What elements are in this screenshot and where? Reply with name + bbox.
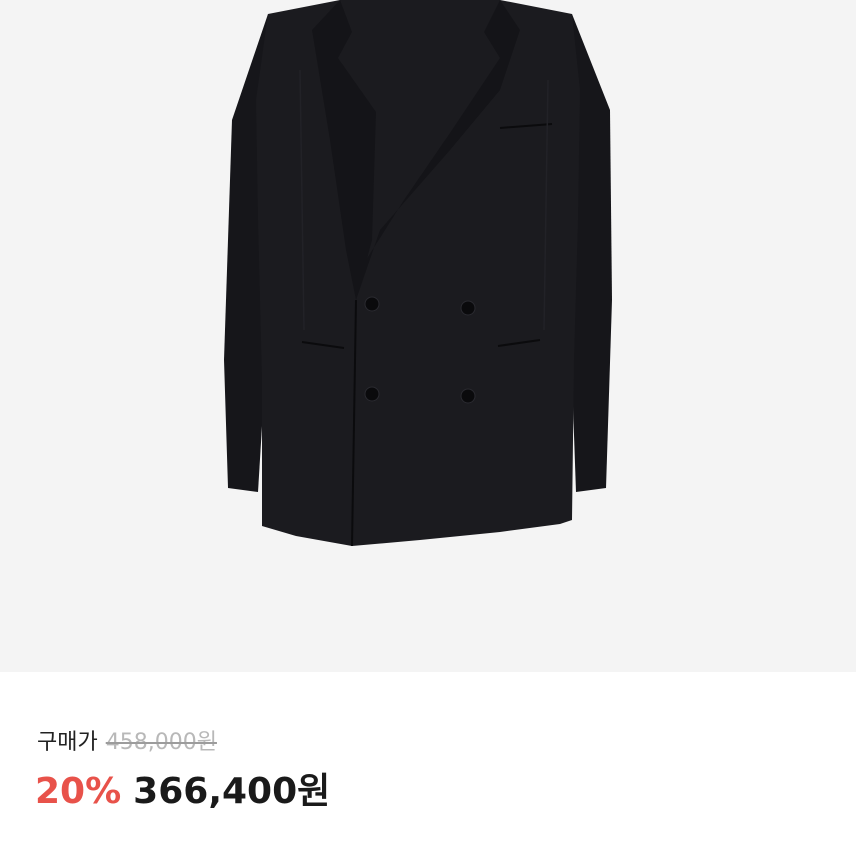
product-image[interactable] [0,0,856,672]
jacket-image-icon [0,0,856,672]
sale-price: 366,400원 [133,771,331,812]
sale-price-row: 20% 366,400원 [35,770,330,814]
original-price: 458,000원 [105,730,217,755]
price-section: 구매가 458,000원 20% 366,400원 [0,672,856,856]
purchase-label: 구매가 [37,730,98,755]
discount-rate: 20% [35,771,122,812]
purchase-price-row: 구매가 458,000원 [37,729,217,757]
product-detail-page: 구매가 458,000원 20% 366,400원 [0,0,856,856]
